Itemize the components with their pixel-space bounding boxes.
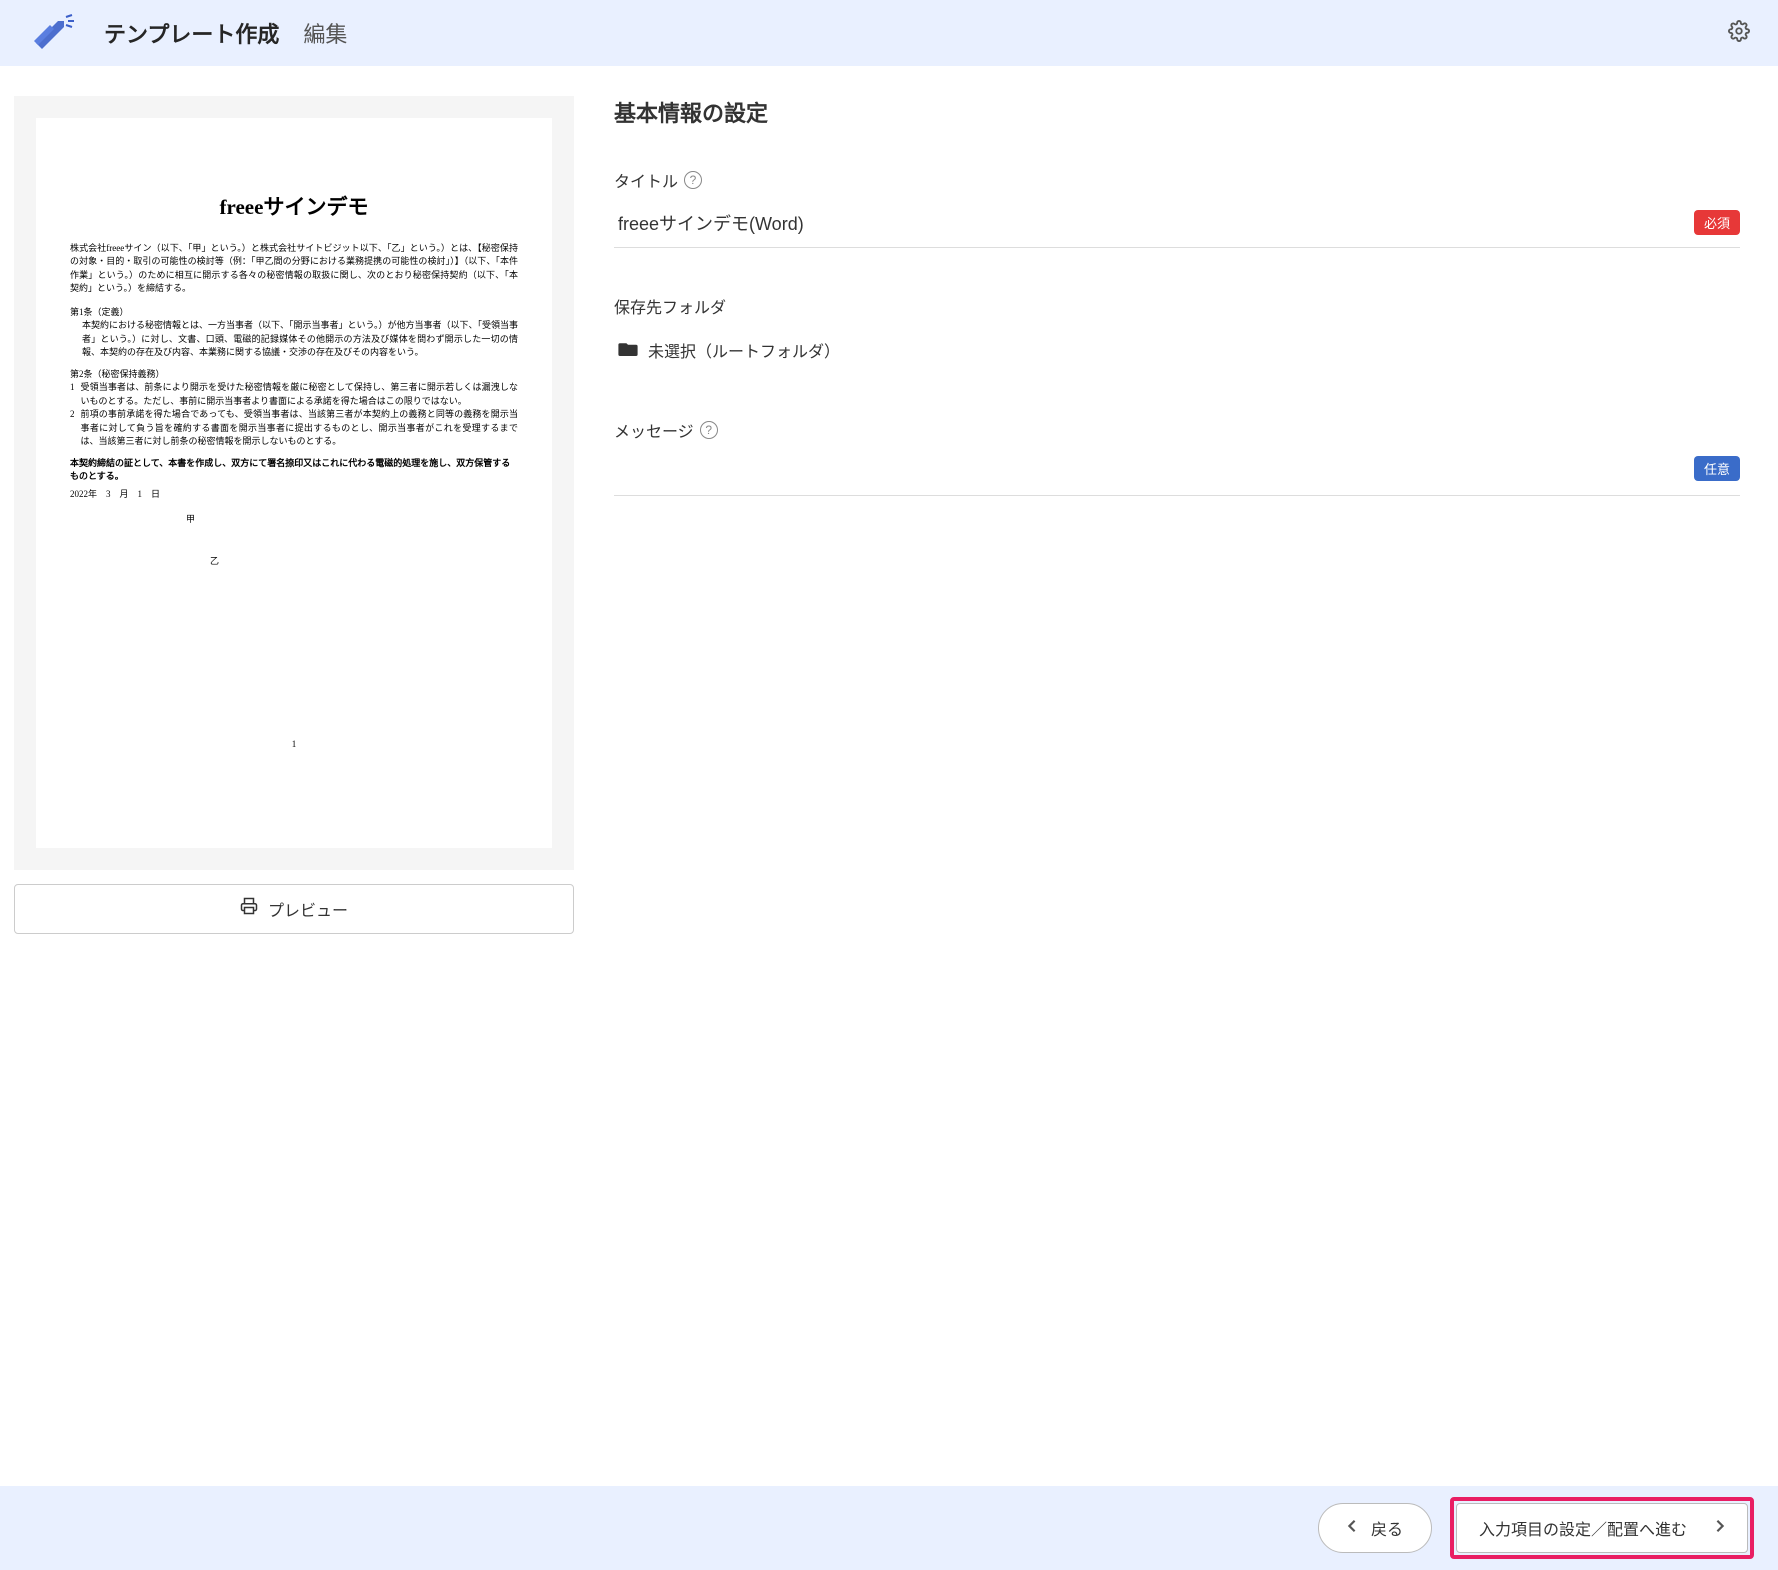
doc-date: 2022年 3 月 1 日 [70, 488, 518, 502]
doc-party-1: 甲 [70, 513, 518, 527]
message-input-row[interactable]: 任意 [614, 456, 1740, 496]
title-input-row: 必須 [614, 206, 1740, 248]
doc-list-item-1: 1 受領当事者は、前条により開示を受けた秘密情報を厳に秘密として保持し、第三者に… [70, 381, 518, 408]
left-panel: freeeサインデモ 株式会社freeeサイン（以下、「甲」という。）と株式会社… [14, 96, 574, 1486]
chevron-right-icon [1715, 1519, 1725, 1538]
title-label: タイトル ? [614, 168, 1740, 192]
doc-article-2-header: 第2条（秘密保持義務） [70, 368, 518, 382]
next-button[interactable]: 入力項目の設定／配置へ進む [1456, 1503, 1748, 1553]
preview-button-label: プレビュー [268, 897, 348, 921]
folder-form-group: 保存先フォルダ 未選択（ルートフォルダ） [614, 294, 1740, 372]
doc-list-item-2: 2 前項の事前承諾を得た場合であっても、受領当事者は、当該第三者が本契約上の義務… [70, 408, 518, 449]
folder-icon [618, 340, 638, 361]
app-logo-icon [28, 13, 80, 53]
message-form-group: メッセージ ? 任意 [614, 418, 1740, 496]
title-input[interactable] [614, 206, 1680, 239]
title-form-group: タイトル ? 必須 [614, 168, 1740, 248]
folder-value: 未選択（ルートフォルダ） [648, 338, 840, 362]
doc-article-2-list: 1 受領当事者は、前条により開示を受けた秘密情報を厳に秘密として保持し、第三者に… [70, 381, 518, 449]
app-header: テンプレート作成 編集 [0, 0, 1778, 66]
doc-closing: 本契約締結の証として、本書を作成し、双方にて署名捺印又はこれに代わる電磁的処理を… [70, 457, 518, 484]
next-button-label: 入力項目の設定／配置へ進む [1479, 1516, 1687, 1540]
footer-bar: 戻る 入力項目の設定／配置へ進む [0, 1486, 1778, 1570]
doc-article-1-body: 本契約における秘密情報とは、一方当事者（以下、「開示当事者」という。）が他方当事… [70, 319, 518, 360]
doc-title: freeeサインデモ [70, 192, 518, 224]
back-button[interactable]: 戻る [1318, 1503, 1432, 1553]
doc-page-number: 1 [70, 738, 518, 752]
required-badge: 必須 [1694, 210, 1740, 235]
document-page: freeeサインデモ 株式会社freeeサイン（以下、「甲」という。）と株式会社… [36, 118, 552, 848]
help-icon[interactable]: ? [684, 171, 702, 189]
settings-icon[interactable] [1728, 20, 1750, 47]
optional-badge: 任意 [1694, 456, 1740, 481]
header-left: テンプレート作成 編集 [28, 13, 347, 53]
doc-party-2: 乙 [70, 555, 518, 569]
help-icon[interactable]: ? [700, 421, 718, 439]
chevron-left-icon [1347, 1519, 1357, 1538]
doc-article-1-header: 第1条（定義） [70, 306, 518, 320]
page-title: テンプレート作成 [104, 17, 279, 49]
page-subtitle: 編集 [303, 17, 347, 49]
folder-label: 保存先フォルダ [614, 294, 1740, 318]
message-label: メッセージ ? [614, 418, 1740, 442]
doc-intro: 株式会社freeeサイン（以下、「甲」という。）と株式会社サイトビジット以下、「… [70, 242, 518, 296]
print-icon [240, 897, 258, 920]
preview-button[interactable]: プレビュー [14, 884, 574, 934]
document-preview-area: freeeサインデモ 株式会社freeeサイン（以下、「甲」という。）と株式会社… [14, 96, 574, 870]
right-panel: 基本情報の設定 タイトル ? 必須 保存先フォルダ 未選択（ルー [614, 96, 1764, 1486]
next-button-highlight: 入力項目の設定／配置へ進む [1450, 1497, 1754, 1559]
folder-selector[interactable]: 未選択（ルートフォルダ） [614, 332, 1740, 372]
section-title: 基本情報の設定 [614, 96, 1740, 128]
back-button-label: 戻る [1371, 1516, 1403, 1540]
main-content: freeeサインデモ 株式会社freeeサイン（以下、「甲」という。）と株式会社… [0, 66, 1778, 1486]
